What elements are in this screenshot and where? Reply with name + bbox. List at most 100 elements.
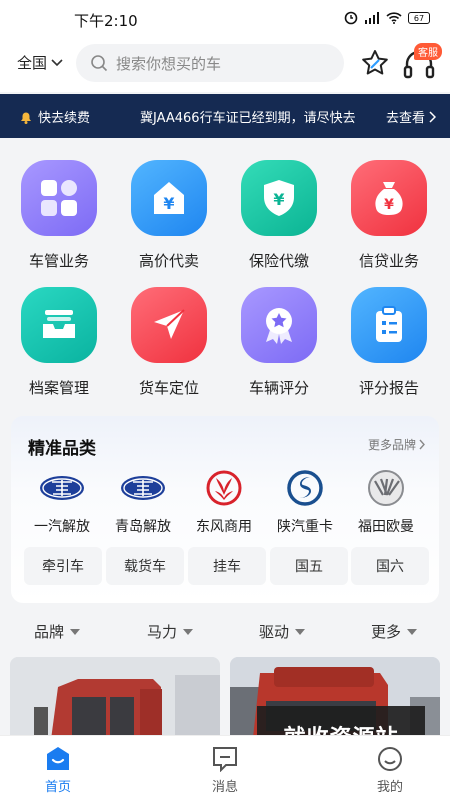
shacman-logo-icon	[286, 468, 324, 508]
filter-more[interactable]: 更多	[371, 621, 418, 642]
battery-icon: 67	[408, 12, 430, 24]
service-item-high-price-sale[interactable]: ¥ 高价代卖	[114, 160, 224, 271]
status-bar: 下午2:10 67	[0, 0, 450, 36]
header: 全国 搜索你想买的车 客服	[0, 36, 450, 92]
renewal-notice-bar[interactable]: 快去续费 冀JAA466行车证已经到期，请尽快去 去查看	[0, 94, 450, 138]
notice-action-label: 去查看	[385, 111, 425, 126]
svg-text:¥: ¥	[163, 194, 174, 213]
filter-label: 品牌	[34, 623, 65, 641]
archive-tray-icon	[21, 287, 97, 363]
profile-icon	[378, 747, 402, 771]
brand-item-faw[interactable]: 一汽解放	[21, 468, 103, 536]
caret-down-icon	[70, 628, 81, 635]
svg-text:¥: ¥	[384, 197, 394, 213]
service-item-vehicle-rating[interactable]: 车辆评分	[224, 287, 334, 398]
bottom-tab-bar: 首页 消息 我的	[0, 735, 450, 800]
service-item-vehicle-management[interactable]: 车管业务	[4, 160, 114, 271]
tab-label: 消息	[211, 780, 238, 795]
type-chip-trailer[interactable]: 挂车	[188, 547, 266, 585]
message-icon	[213, 747, 237, 772]
filter-label: 更多	[371, 623, 402, 641]
type-chip-euro-v[interactable]: 国五	[270, 547, 348, 585]
service-badge: 客服	[414, 43, 442, 60]
brand-label: 一汽解放	[34, 519, 90, 535]
caret-down-icon	[407, 628, 418, 635]
service-label: 车管业务	[28, 252, 89, 270]
status-icons: 67	[344, 11, 430, 25]
battery-level: 67	[413, 13, 425, 23]
service-label: 货车定位	[138, 379, 199, 397]
chevron-right-icon	[429, 110, 436, 123]
chevron-down-icon	[51, 58, 63, 66]
faw-logo-icon	[119, 468, 167, 508]
more-brands-label: 更多品牌	[367, 438, 416, 452]
brand-label: 陕汽重卡	[277, 519, 333, 535]
service-label: 车辆评分	[248, 379, 309, 397]
alarm-icon	[344, 11, 358, 25]
tab-profile[interactable]: 我的	[350, 746, 430, 795]
truck-photo	[10, 657, 220, 747]
region-selector[interactable]: 全国	[17, 52, 63, 73]
wifi-icon	[386, 12, 402, 24]
region-label: 全国	[17, 54, 48, 72]
category-title: 精准品类	[28, 439, 96, 459]
service-item-rating-report[interactable]: 评分报告	[334, 287, 444, 398]
bell-icon	[21, 112, 31, 124]
caret-down-icon	[183, 628, 194, 635]
status-time: 下午2:10	[74, 12, 138, 30]
service-item-insurance-payment[interactable]: ¥ 保险代缴	[224, 160, 334, 271]
brand-label: 东风商用	[196, 519, 252, 535]
brand-item-foton-auman[interactable]: 福田欧曼	[345, 468, 427, 536]
service-item-truck-location[interactable]: 货车定位	[114, 287, 224, 398]
type-chip-euro-vi[interactable]: 国六	[351, 547, 429, 585]
shield-yen-icon: ¥	[241, 160, 317, 236]
service-label: 评分报告	[358, 379, 419, 397]
service-label: 信贷业务	[358, 252, 419, 270]
favorite-button[interactable]	[360, 48, 390, 82]
notice-action-link[interactable]: 去查看	[386, 107, 436, 126]
service-label: 高价代卖	[138, 252, 199, 270]
dongfeng-logo-icon	[205, 468, 243, 508]
filter-label: 马力	[147, 623, 178, 641]
brand-label: 青岛解放	[115, 519, 171, 535]
notice-text: 冀JAA466行车证已经到期，请尽快去	[140, 111, 356, 126]
service-label: 保险代缴	[248, 252, 309, 270]
filter-horsepower[interactable]: 马力	[147, 621, 194, 642]
filter-drive[interactable]: 驱动	[259, 621, 306, 642]
customer-service-button[interactable]: 客服	[402, 43, 442, 80]
tab-home[interactable]: 首页	[18, 746, 98, 795]
clipboard-icon	[351, 287, 427, 363]
service-item-archive-management[interactable]: 档案管理	[4, 287, 114, 398]
search-placeholder: 搜索你想买的车	[116, 54, 222, 73]
filter-label: 驱动	[259, 623, 290, 641]
notice-label: 快去续费	[38, 111, 91, 126]
more-brands-link[interactable]: 更多品牌	[368, 436, 425, 453]
tab-label: 首页	[44, 780, 71, 795]
brand-item-dongfeng[interactable]: 东风商用	[183, 468, 265, 536]
precise-category-card: 精准品类 更多品牌 一汽解放 青岛解放 东风商用 陕汽重卡 福田欧曼 牵引车 载…	[11, 416, 439, 603]
notice-label-group: 快去续费	[18, 107, 90, 126]
filter-brand[interactable]: 品牌	[34, 621, 81, 642]
brand-item-qingdao-faw[interactable]: 青岛解放	[102, 468, 184, 536]
brand-item-shacman[interactable]: 陕汽重卡	[264, 468, 346, 536]
location-arrow-icon	[131, 287, 207, 363]
tab-messages[interactable]: 消息	[185, 746, 265, 795]
service-item-credit-business[interactable]: ¥ 信贷业务	[334, 160, 444, 271]
foton-logo-icon	[366, 468, 406, 508]
brand-label: 福田欧曼	[358, 519, 414, 535]
grid-icon	[21, 160, 97, 236]
type-chip-tractor[interactable]: 牵引车	[24, 547, 102, 585]
faw-logo-icon	[38, 468, 86, 508]
service-label: 档案管理	[28, 379, 89, 397]
tab-label: 我的	[376, 780, 403, 795]
money-bag-icon: ¥	[351, 160, 427, 236]
home-icon	[47, 747, 69, 770]
search-input[interactable]: 搜索你想买的车	[76, 44, 344, 82]
caret-down-icon	[295, 628, 306, 635]
listing-card[interactable]	[10, 657, 220, 747]
type-chip-cargo-truck[interactable]: 载货车	[106, 547, 184, 585]
filter-bar: 品牌 马力 驱动 更多	[0, 612, 450, 650]
house-yen-icon: ¥	[131, 160, 207, 236]
service-grid: 车管业务 ¥ 高价代卖 ¥ 保险代缴 ¥ 信贷业务 档案管理 货车定位 车辆评分	[0, 150, 450, 410]
award-badge-icon	[241, 287, 317, 363]
